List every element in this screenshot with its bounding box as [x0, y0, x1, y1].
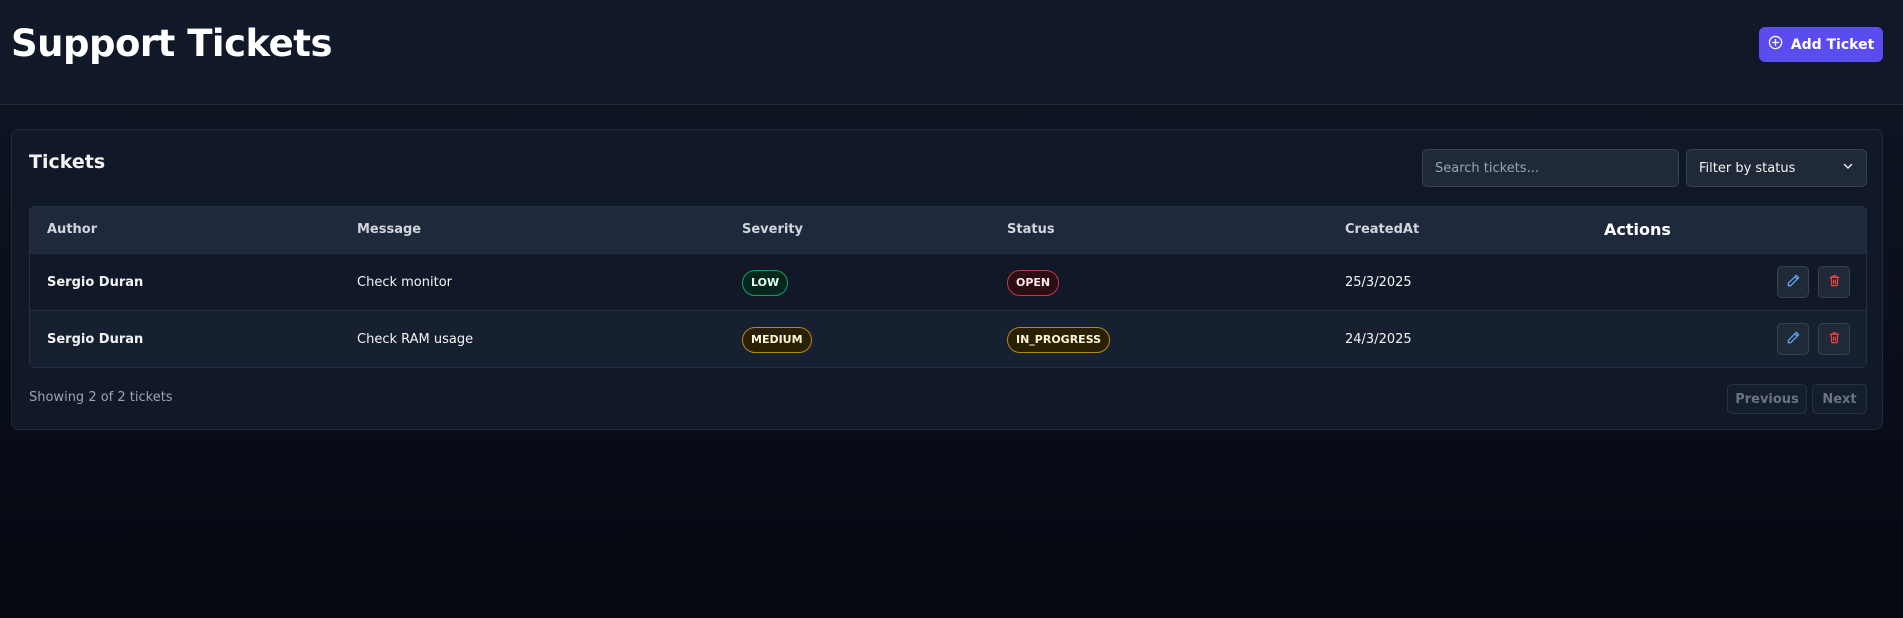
previous-page-button[interactable]: Previous	[1727, 384, 1807, 414]
status-filter-label: Filter by status	[1699, 160, 1796, 176]
pagination-summary: Showing 2 of 2 tickets	[29, 390, 173, 405]
status-filter-select[interactable]: Filter by status	[1686, 149, 1867, 187]
table-row: Sergio Duran Check RAM usage MEDIUM IN_P…	[30, 310, 1866, 367]
card-title: Tickets	[29, 151, 106, 173]
plus-circle-icon	[1768, 35, 1783, 54]
author-cell: Sergio Duran	[47, 275, 144, 290]
column-header-status: Status	[1007, 222, 1055, 237]
severity-badge: LOW	[742, 270, 789, 296]
add-ticket-button[interactable]: Add Ticket	[1759, 27, 1883, 62]
tickets-card: Tickets Filter by status Author Message …	[11, 129, 1883, 430]
chevron-down-icon	[1842, 160, 1854, 176]
pencil-icon	[1786, 330, 1801, 349]
search-input[interactable]	[1422, 149, 1679, 187]
column-header-severity: Severity	[742, 222, 804, 237]
status-badge: OPEN	[1007, 270, 1060, 296]
tickets-table: Author Message Severity Status CreatedAt…	[29, 206, 1867, 368]
edit-button[interactable]	[1777, 323, 1809, 355]
column-header-createdat: CreatedAt	[1345, 222, 1420, 237]
delete-button[interactable]	[1818, 266, 1850, 298]
status-badge: IN_PROGRESS	[1007, 327, 1111, 353]
message-cell: Check monitor	[357, 275, 452, 290]
delete-button[interactable]	[1818, 323, 1850, 355]
column-header-actions: Actions	[1604, 220, 1671, 239]
trash-icon	[1827, 273, 1842, 292]
table-header: Author Message Severity Status CreatedAt…	[30, 207, 1866, 253]
page-title: Support Tickets	[11, 22, 332, 65]
column-header-message: Message	[357, 222, 422, 237]
column-header-author: Author	[47, 222, 98, 237]
created-at-cell: 25/3/2025	[1345, 275, 1412, 290]
edit-button[interactable]	[1777, 266, 1809, 298]
table-row: Sergio Duran Check monitor LOW OPEN 25/3…	[30, 253, 1866, 310]
top-bar: Support Tickets Add Ticket	[0, 0, 1903, 105]
next-page-button[interactable]: Next	[1812, 384, 1867, 414]
created-at-cell: 24/3/2025	[1345, 332, 1412, 347]
add-ticket-label: Add Ticket	[1790, 36, 1875, 53]
author-cell: Sergio Duran	[47, 332, 144, 347]
pencil-icon	[1786, 273, 1801, 292]
severity-badge: MEDIUM	[742, 327, 812, 353]
trash-icon	[1827, 330, 1842, 349]
message-cell: Check RAM usage	[357, 332, 474, 347]
